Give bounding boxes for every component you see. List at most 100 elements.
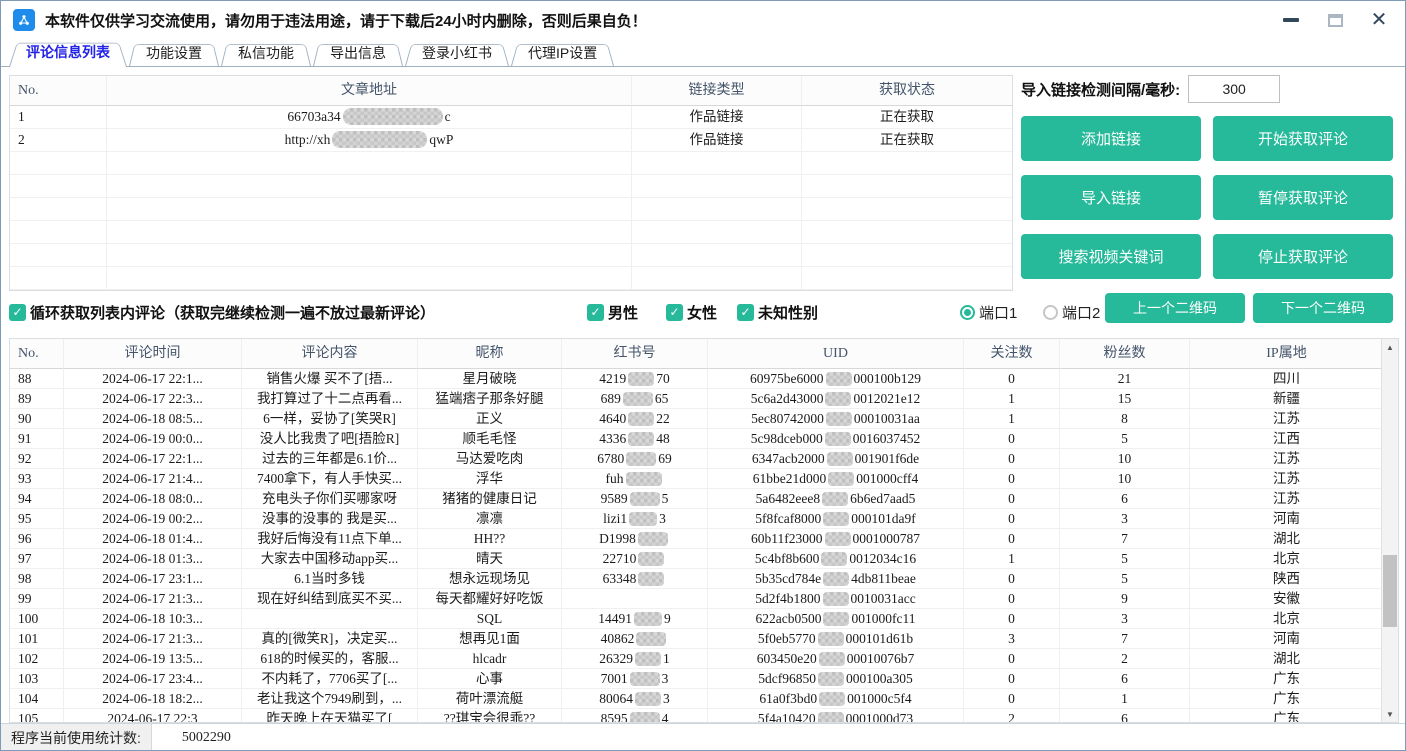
cell-content (242, 609, 418, 629)
cell-nick: 想再见1面 (418, 629, 562, 649)
comment-table-row[interactable]: 105 2024-06-17 22:3 昨天晚上在天猫买了[ ??琪宝会很乖??… (10, 709, 1383, 722)
vertical-scrollbar[interactable]: ▲ ▼ (1381, 339, 1398, 722)
port2-radio[interactable]: 端口2 (1043, 297, 1100, 327)
stop-fetch-button[interactable]: 停止获取评论 (1213, 234, 1393, 279)
link-cell-url (107, 152, 632, 175)
comment-table-row[interactable]: 101 2024-06-17 21:3... 真的[微笑R]，决定买... 想再… (10, 629, 1383, 649)
comment-table-row[interactable]: 93 2024-06-17 21:4... 7400拿下，有人手快买... 浮华… (10, 469, 1383, 489)
comment-col-uid[interactable]: UID (708, 339, 964, 369)
cell-fans: 10 (1060, 469, 1190, 489)
cell-time: 2024-06-18 08:5... (64, 409, 242, 429)
gender-male-checkbox[interactable]: ✓ 男性 (587, 297, 638, 327)
link-col-type[interactable]: 链接类型 (632, 76, 802, 106)
scrollbar-thumb[interactable] (1383, 555, 1397, 627)
link-table-row[interactable]: 1 66703a34c 作品链接 正在获取 (10, 106, 1012, 129)
comment-table-row[interactable]: 88 2024-06-17 22:1... 销售火爆 买不了[捂... 星月破晓… (10, 369, 1383, 389)
link-cell-status (802, 198, 1012, 221)
comment-table-row[interactable]: 103 2024-06-17 23:4... 不内耗了，7706买了[... 心… (10, 669, 1383, 689)
cell-fans: 3 (1060, 609, 1190, 629)
comment-col-fans[interactable]: 粉丝数 (1060, 339, 1190, 369)
link-table-row[interactable]: 2 http://xhqwP 作品链接 正在获取 (10, 129, 1012, 152)
censored-blur (630, 492, 660, 506)
link-table-row[interactable] (10, 221, 1012, 244)
link-col-status[interactable]: 获取状态 (802, 76, 1012, 106)
link-col-url[interactable]: 文章地址 (107, 76, 632, 106)
cell-fans: 5 (1060, 569, 1190, 589)
link-cell-type (632, 175, 802, 198)
maximize-button[interactable] (1325, 10, 1345, 30)
gender-female-checkbox[interactable]: ✓ 女性 (666, 297, 717, 327)
comment-col-no[interactable]: No. (10, 339, 64, 369)
comment-col-nick[interactable]: 昵称 (418, 339, 562, 369)
comment-col-redid[interactable]: 红书号 (562, 339, 708, 369)
comment-table-row[interactable]: 96 2024-06-18 01:4... 我好后悔没有11点下单... HH?… (10, 529, 1383, 549)
interval-input[interactable] (1188, 75, 1280, 103)
port2-label: 端口2 (1062, 302, 1100, 323)
cell-fans: 5 (1060, 549, 1190, 569)
next-qrcode-button[interactable]: 下一个二维码 (1253, 293, 1393, 323)
scroll-down-icon[interactable]: ▼ (1382, 706, 1398, 722)
comment-table-row[interactable]: 100 2024-06-18 10:3... SQL 144919 622acb… (10, 609, 1383, 629)
scroll-up-icon[interactable]: ▲ (1382, 339, 1398, 355)
censored-blur (638, 552, 664, 566)
censored-blur (827, 452, 853, 466)
comment-table-row[interactable]: 95 2024-06-19 00:2... 没事的没事的 我是买... 凛凛 l… (10, 509, 1383, 529)
link-cell-status (802, 221, 1012, 244)
port1-radio[interactable]: 端口1 (960, 297, 1017, 327)
link-table-row[interactable] (10, 198, 1012, 221)
import-link-button[interactable]: 导入链接 (1021, 175, 1201, 220)
start-fetch-button[interactable]: 开始获取评论 (1213, 116, 1393, 161)
comment-table-row[interactable]: 90 2024-06-18 08:5... 6一样，妥协了[笑哭R] 正义 46… (10, 409, 1383, 429)
loop-fetch-label: 循环获取列表内评论（获取完继续检测一遍不放过最新评论） (30, 302, 435, 323)
add-link-button[interactable]: 添加链接 (1021, 116, 1201, 161)
cell-content: 老让我这个7949刷到，... (242, 689, 418, 709)
cell-redid: 263291 (562, 649, 708, 669)
link-cell-type: 作品链接 (632, 106, 802, 129)
tab-proxy-ip[interactable]: 代理IP设置 (511, 41, 614, 66)
loop-fetch-checkbox[interactable]: ✓ 循环获取列表内评论（获取完继续检测一遍不放过最新评论） (9, 297, 435, 327)
link-table-row[interactable] (10, 175, 1012, 198)
gender-unknown-checkbox[interactable]: ✓ 未知性别 (737, 297, 818, 327)
link-col-no[interactable]: No. (10, 76, 107, 106)
link-cell-type: 作品链接 (632, 129, 802, 152)
link-table-row[interactable] (10, 152, 1012, 175)
search-keyword-button[interactable]: 搜索视频关键词 (1021, 234, 1201, 279)
comment-table-row[interactable]: 92 2024-06-17 22:1... 过去的三年都是6.1价... 马达爱… (10, 449, 1383, 469)
link-cell-url (107, 175, 632, 198)
tab-login-xiaohongshu[interactable]: 登录小红书 (405, 41, 509, 66)
tab-export-info[interactable]: 导出信息 (313, 41, 403, 66)
link-table-row[interactable] (10, 244, 1012, 267)
cell-uid: 60975be6000000100b129 (708, 369, 964, 389)
cell-redid: fuh (562, 469, 708, 489)
minimize-button[interactable] (1281, 10, 1301, 30)
port1-label: 端口1 (979, 302, 1017, 323)
tab-function-settings[interactable]: 功能设置 (129, 41, 219, 66)
close-button[interactable]: ✕ (1369, 10, 1389, 30)
tab-private-message[interactable]: 私信功能 (221, 41, 311, 66)
comment-col-time[interactable]: 评论时间 (64, 339, 242, 369)
comment-table-row[interactable]: 102 2024-06-19 13:5... 618的时候买的，客服... hl… (10, 649, 1383, 669)
comment-col-ip[interactable]: IP属地 (1190, 339, 1383, 369)
comment-col-content[interactable]: 评论内容 (242, 339, 418, 369)
comment-col-follow[interactable]: 关注数 (964, 339, 1060, 369)
comment-table-row[interactable]: 104 2024-06-18 18:2... 老让我这个7949刷到，... 荷… (10, 689, 1383, 709)
comment-table-row[interactable]: 99 2024-06-17 21:3... 现在好纠结到底买不买... 每天都耀… (10, 589, 1383, 609)
status-counter-field[interactable]: 5002290 (151, 724, 1405, 751)
link-cell-url: 66703a34c (107, 106, 632, 129)
cell-time: 2024-06-17 21:3... (64, 589, 242, 609)
link-table-row[interactable] (10, 267, 1012, 290)
pause-fetch-button[interactable]: 暂停获取评论 (1213, 175, 1393, 220)
comment-table-row[interactable]: 89 2024-06-17 22:3... 我打算过了十二点再看... 猛端痞子… (10, 389, 1383, 409)
comment-table-row[interactable]: 98 2024-06-17 23:1... 6.1当时多钱 想永远现场见 633… (10, 569, 1383, 589)
cell-follow: 0 (964, 589, 1060, 609)
tab-comment-list[interactable]: 评论信息列表 (9, 39, 127, 67)
gender-female-label: 女性 (687, 302, 717, 323)
comment-table-row[interactable]: 91 2024-06-19 00:0... 没人比我贵了吧[捂脸R] 顺毛毛怪 … (10, 429, 1383, 449)
prev-qrcode-button[interactable]: 上一个二维码 (1105, 293, 1245, 323)
censored-blur (828, 472, 854, 486)
comment-table-row[interactable]: 94 2024-06-18 08:0... 充电头子你们买哪家呀 猪猪的健康日记… (10, 489, 1383, 509)
radio-icon (1043, 305, 1058, 320)
censored-blur (630, 672, 660, 686)
cell-follow: 0 (964, 609, 1060, 629)
comment-table-row[interactable]: 97 2024-06-18 01:3... 大家去中国移动app买... 晴天 … (10, 549, 1383, 569)
